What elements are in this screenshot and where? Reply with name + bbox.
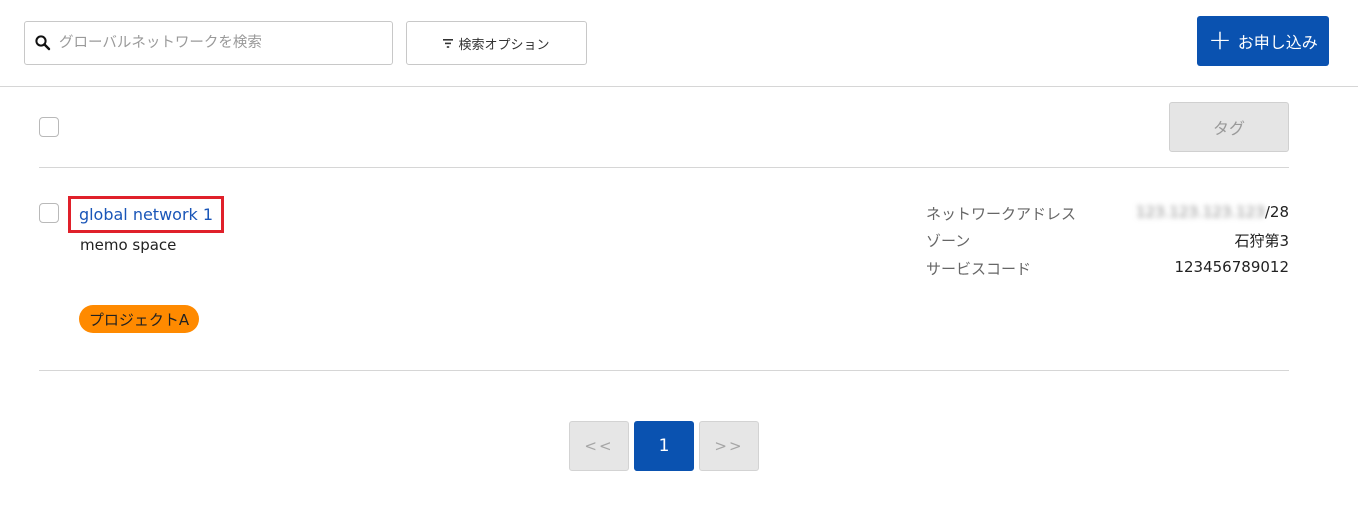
project-tag-label: プロジェクトA	[88, 310, 190, 329]
plus-icon: +	[1208, 22, 1232, 56]
network-address-suffix: /28	[1264, 203, 1289, 221]
list-item-divider	[39, 370, 1289, 371]
service-code-value: 123456789012	[1174, 258, 1289, 276]
network-address-value: 123.123.123.123/28	[1136, 203, 1289, 221]
next-page-button[interactable]: >>	[699, 421, 759, 471]
next-page-label: >>	[714, 437, 744, 455]
tag-button-label: タグ	[1212, 119, 1245, 138]
prev-page-label: <<	[584, 437, 614, 455]
select-all-checkbox[interactable]	[39, 117, 59, 137]
filter-icon	[443, 38, 454, 48]
search-options-button[interactable]: 検索オプション	[406, 21, 587, 65]
item-memo: memo space	[80, 236, 177, 254]
network-address-label: ネットワークアドレス	[926, 205, 1077, 223]
search-options-label: 検索オプション	[458, 37, 550, 53]
apply-button[interactable]: + お申し込み	[1197, 16, 1329, 66]
item-title-link[interactable]: global network 1	[68, 196, 224, 233]
item-title: global network 1	[78, 205, 214, 224]
service-code-label: サービスコード	[926, 260, 1032, 278]
project-tag-badge[interactable]: プロジェクトA	[79, 305, 199, 333]
current-page-number: 1	[658, 436, 670, 456]
apply-label: お申し込み	[1237, 33, 1318, 52]
search-input[interactable]	[59, 23, 389, 63]
top-toolbar: 検索オプション + お申し込み	[0, 0, 1358, 87]
current-page-button[interactable]: 1	[634, 421, 694, 471]
search-box[interactable]	[24, 21, 393, 65]
item-checkbox[interactable]	[39, 203, 59, 223]
search-icon	[35, 35, 51, 51]
network-address-blurred: 123.123.123.123	[1136, 203, 1265, 221]
tag-button[interactable]: タグ	[1169, 102, 1289, 152]
zone-label: ゾーン	[926, 232, 971, 250]
prev-page-button[interactable]: <<	[569, 421, 629, 471]
zone-value: 石狩第3	[1234, 232, 1289, 250]
list-header-divider	[39, 167, 1289, 168]
